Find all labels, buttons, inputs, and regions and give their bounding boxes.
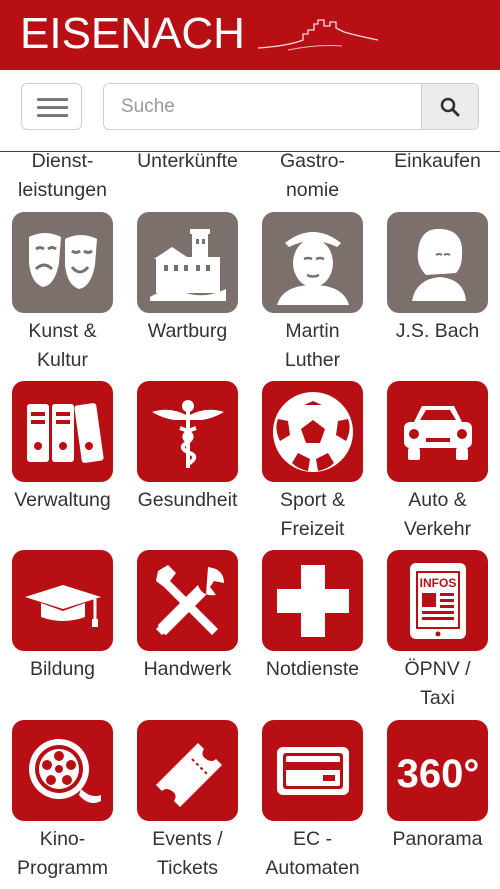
category-grid: Dienst- leistungen Unterkünfte Gastro- n… bbox=[0, 152, 500, 889]
tile-label: Dienst- leistungen bbox=[18, 152, 107, 201]
tile-dienstleistungen[interactable]: Dienst- leistungen bbox=[0, 152, 125, 210]
city-title[interactable]: EISENACH bbox=[20, 8, 245, 60]
tile-label: Verwaltung bbox=[14, 489, 111, 511]
tile-label: Notdienste bbox=[265, 658, 360, 680]
tools-icon bbox=[137, 550, 238, 651]
tile-label: Handwerk bbox=[143, 658, 232, 680]
castle-icon bbox=[137, 212, 238, 313]
tile-unterkuenfte[interactable]: Unterkünfte bbox=[125, 152, 250, 210]
tile-kino-programm[interactable]: Kino- Programm bbox=[0, 720, 125, 889]
caduceus-icon bbox=[137, 381, 238, 482]
tile-label: Bildung bbox=[29, 658, 96, 680]
tile-events-tickets[interactable]: Events / Tickets bbox=[125, 720, 250, 889]
film-reel-icon bbox=[12, 720, 113, 821]
tile-handwerk[interactable]: Handwerk bbox=[125, 550, 250, 720]
search-bar bbox=[0, 70, 500, 152]
panorama-360-text: 360° bbox=[396, 752, 479, 796]
tile-bildung[interactable]: Bildung bbox=[0, 550, 125, 720]
tile-label: Martin Luther bbox=[284, 320, 341, 371]
tile-kunst-kultur[interactable]: Kunst & Kultur bbox=[0, 212, 125, 382]
svg-text:INFOS: INFOS bbox=[419, 576, 456, 590]
tile-label: Auto & Verkehr bbox=[403, 489, 472, 540]
hamburger-icon-middle bbox=[37, 106, 68, 109]
tile-wartburg[interactable]: Wartburg bbox=[125, 212, 250, 382]
hamburger-icon bbox=[37, 98, 68, 101]
tile-panorama[interactable]: 360° Panorama bbox=[375, 720, 500, 889]
magnifier-icon bbox=[440, 97, 460, 116]
bach-portrait-icon bbox=[387, 212, 488, 313]
ticket-icon bbox=[137, 720, 238, 821]
tile-js-bach[interactable]: J.S. Bach bbox=[375, 212, 500, 382]
tile-ec-automaten[interactable]: EC - Automaten bbox=[250, 720, 375, 889]
search-button[interactable] bbox=[421, 84, 478, 129]
search-group bbox=[103, 83, 479, 130]
tile-label: Kino- Programm bbox=[16, 828, 109, 879]
tile-label: ÖPNV / Taxi bbox=[404, 658, 471, 709]
car-icon bbox=[387, 381, 488, 482]
tile-label: Sport & Freizeit bbox=[279, 489, 346, 540]
tile-label: Wartburg bbox=[147, 320, 228, 342]
credit-card-icon bbox=[262, 720, 363, 821]
tile-gesundheit[interactable]: Gesundheit bbox=[125, 381, 250, 551]
tile-label: EC - Automaten bbox=[265, 828, 360, 879]
soccer-ball-icon bbox=[262, 381, 363, 482]
tile-label: Panorama bbox=[392, 828, 483, 850]
graduation-cap-icon bbox=[12, 550, 113, 651]
binders-icon bbox=[12, 381, 113, 482]
tile-martin-luther[interactable]: Martin Luther bbox=[250, 212, 375, 382]
tile-label: J.S. Bach bbox=[395, 320, 480, 342]
tile-notdienste[interactable]: Notdienste bbox=[250, 550, 375, 720]
tile-verwaltung[interactable]: Verwaltung bbox=[0, 381, 125, 551]
tile-label: Unterkünfte bbox=[137, 152, 238, 172]
emergency-cross-icon bbox=[262, 550, 363, 651]
tile-einkaufen[interactable]: Einkaufen bbox=[375, 152, 500, 210]
search-input[interactable] bbox=[104, 84, 422, 129]
luther-portrait-icon bbox=[262, 212, 363, 313]
app-header: EISENACH bbox=[0, 0, 500, 70]
tile-label: Gastro- nomie bbox=[279, 152, 345, 201]
castle-logo-icon bbox=[258, 19, 379, 51]
transit-info-icon: INFOS bbox=[387, 550, 488, 651]
tile-label: Kunst & Kultur bbox=[28, 320, 97, 371]
panorama-360-icon: 360° bbox=[387, 720, 488, 821]
tile-auto-verkehr[interactable]: Auto & Verkehr bbox=[375, 381, 500, 551]
tile-label: Events / Tickets bbox=[152, 828, 223, 879]
tile-sport-freizeit[interactable]: Sport & Freizeit bbox=[250, 381, 375, 551]
tile-label: Einkaufen bbox=[394, 152, 481, 172]
tile-oepnv-taxi[interactable]: INFOS ÖPNV / Taxi bbox=[375, 550, 500, 720]
menu-button[interactable] bbox=[21, 83, 82, 130]
tile-gastronomie[interactable]: Gastro- nomie bbox=[250, 152, 375, 210]
hamburger-icon-bottom bbox=[37, 114, 68, 117]
theater-masks-icon bbox=[12, 212, 113, 313]
tile-label: Gesundheit bbox=[137, 489, 238, 511]
